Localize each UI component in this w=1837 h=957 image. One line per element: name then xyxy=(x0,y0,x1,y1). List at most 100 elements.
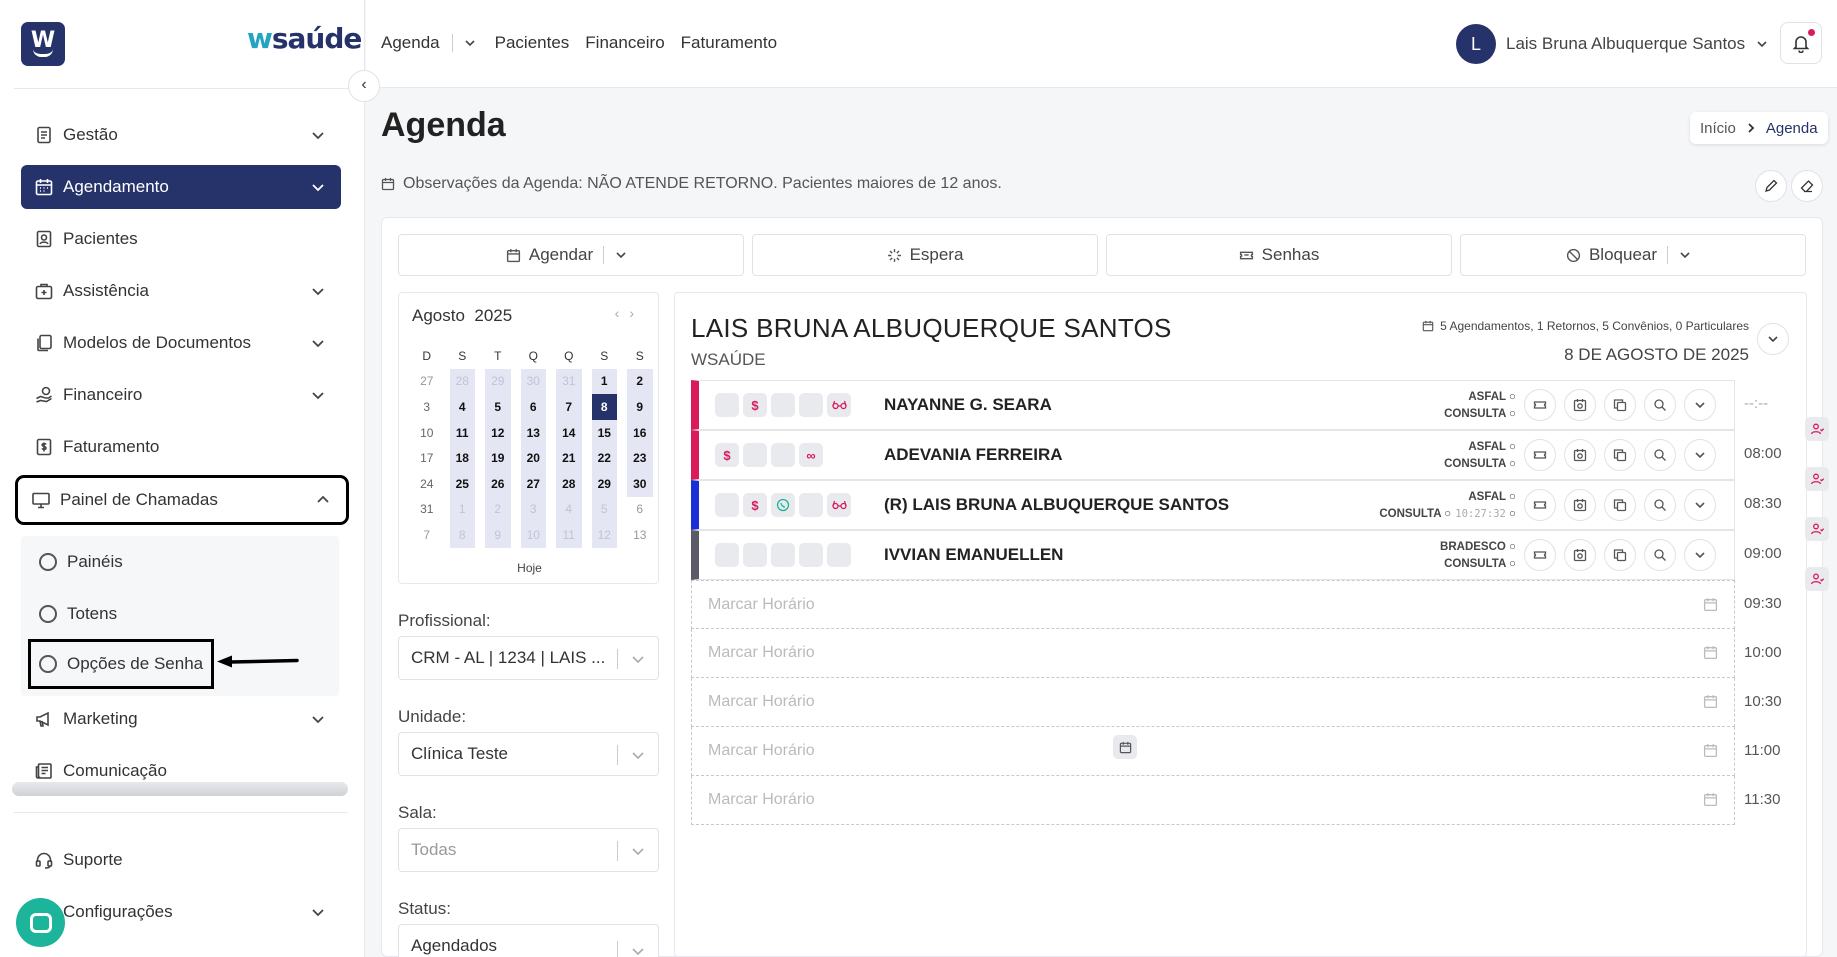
placeholder-icon[interactable] xyxy=(715,393,739,417)
edit-observations-button[interactable] xyxy=(1755,170,1787,202)
calendar-day[interactable]: 8 xyxy=(449,522,475,548)
submenu-item-opcoes-senha[interactable]: Opções de Senha xyxy=(27,639,215,689)
calendar-day[interactable]: 11 xyxy=(556,522,582,548)
calendar-day[interactable]: 7 xyxy=(556,394,582,420)
sala-select[interactable]: Todas xyxy=(398,828,659,872)
whatsapp-icon[interactable] xyxy=(771,493,795,517)
chat-support-button[interactable] xyxy=(16,898,65,947)
calendar-day[interactable]: 7 xyxy=(409,522,445,548)
appointment-row[interactable]: $ NAYANNE G. SEARA ASFAL ○ CONSULTA ○ xyxy=(691,380,1829,441)
calendar-clock-button[interactable] xyxy=(1564,489,1596,521)
placeholder-icon[interactable] xyxy=(715,493,739,517)
calendar-clock-button[interactable] xyxy=(1564,439,1596,471)
appointment-row[interactable]: $ ∞ ADEVANIA FERREIRA ASFAL ○ CONSULTA ○ xyxy=(691,430,1829,759)
placeholder-icon[interactable] xyxy=(799,393,823,417)
profissional-select[interactable]: CRM - AL | 1234 | LAIS ... xyxy=(398,636,659,680)
calendar-day[interactable]: 1 xyxy=(591,368,617,395)
sidebar-item-assistencia[interactable]: Assistência xyxy=(21,269,341,313)
calendar-day[interactable]: 2 xyxy=(485,496,511,523)
appointment-row[interactable]: IVVIAN EMANUELLEN BRADESCO ○ CONSULTA ○ xyxy=(691,530,1829,591)
calendar-day[interactable]: 20 xyxy=(520,445,546,471)
search-button[interactable] xyxy=(1644,389,1676,421)
ticket-button[interactable] xyxy=(1524,539,1556,571)
calendar-nav[interactable]: ‹› xyxy=(615,305,644,321)
search-button[interactable] xyxy=(1644,489,1676,521)
sidebar-item-marketing[interactable]: Marketing xyxy=(21,697,341,741)
calendar-day[interactable]: 29 xyxy=(485,368,511,395)
topnav-financeiro[interactable]: Financeiro xyxy=(585,33,664,53)
calendar-day[interactable]: 4 xyxy=(556,496,582,523)
calendar-day[interactable]: 4 xyxy=(449,394,475,420)
calendar-today-link[interactable]: Hoje xyxy=(399,561,660,575)
clear-observations-button[interactable] xyxy=(1791,170,1823,202)
calendar-day[interactable]: 2 xyxy=(627,368,653,395)
empty-slot[interactable]: Marcar Horário xyxy=(691,727,1735,776)
submenu-item-paineis[interactable]: Painéis xyxy=(39,542,123,582)
topnav-agenda[interactable]: Agenda xyxy=(381,33,440,53)
copy-button[interactable] xyxy=(1604,539,1636,571)
search-button[interactable] xyxy=(1644,539,1676,571)
empty-slot[interactable]: Marcar Horário xyxy=(691,629,1735,678)
chevron-down-button[interactable] xyxy=(1684,539,1716,571)
user-check-icon[interactable] xyxy=(1805,417,1829,441)
ticket-button[interactable] xyxy=(1524,489,1556,521)
calendar-day[interactable]: 10 xyxy=(520,522,546,548)
calendar-day[interactable]: 9 xyxy=(485,522,511,548)
collapse-sidebar-button[interactable]: ‹ xyxy=(348,70,380,102)
calendar-day[interactable]: 22 xyxy=(591,445,617,471)
placeholder-icon[interactable] xyxy=(827,543,851,567)
calendar-day[interactable]: 23 xyxy=(627,445,653,471)
calendar-day[interactable]: 12 xyxy=(485,419,511,446)
placeholder-icon[interactable] xyxy=(799,493,823,517)
calendar-day[interactable]: 5 xyxy=(591,496,617,523)
patient-name[interactable]: IVVIAN EMANUELLEN xyxy=(884,545,1063,565)
chevron-left-icon[interactable]: ‹ xyxy=(615,305,630,321)
calendar-day[interactable]: 5 xyxy=(485,394,511,420)
breadcrumb-home[interactable]: Início xyxy=(1700,120,1736,137)
patient-name[interactable]: NAYANNE G. SEARA xyxy=(884,395,1052,415)
calendar-day[interactable]: 29 xyxy=(591,470,617,497)
patient-name[interactable]: ADEVANIA FERREIRA xyxy=(884,445,1063,465)
chevron-down-button[interactable] xyxy=(1684,389,1716,421)
placeholder-icon[interactable] xyxy=(799,543,823,567)
sidebar-item-modelos[interactable]: Modelos de Documentos xyxy=(21,321,341,365)
calendar-day[interactable]: 13 xyxy=(622,522,658,548)
chevron-down-icon[interactable] xyxy=(463,36,477,50)
calendar-day[interactable]: 1 xyxy=(449,496,475,523)
placeholder-icon[interactable] xyxy=(771,393,795,417)
calendar-day[interactable]: 30 xyxy=(627,470,653,497)
unidade-select[interactable]: Clínica Teste xyxy=(398,732,659,776)
calendar-day[interactable]: 25 xyxy=(449,470,475,497)
chevron-down-button[interactable] xyxy=(1684,489,1716,521)
app-logo-icon[interactable]: W xyxy=(21,22,65,66)
glasses-icon[interactable] xyxy=(827,493,851,517)
dollar-icon[interactable]: $ xyxy=(743,493,767,517)
placeholder-icon[interactable] xyxy=(743,443,767,467)
calendar-day[interactable]: 18 xyxy=(449,445,475,471)
calendar-day[interactable]: 21 xyxy=(556,445,582,471)
calendar-day[interactable]: 19 xyxy=(485,445,511,471)
calendar-day[interactable]: 10 xyxy=(409,420,445,446)
agendar-button[interactable]: Agendar xyxy=(398,234,744,276)
calendar-day[interactable]: 31 xyxy=(556,368,582,395)
calendar-day[interactable]: 13 xyxy=(520,419,546,446)
calendar-day[interactable]: 28 xyxy=(449,368,475,395)
sidebar-item-financeiro[interactable]: Financeiro xyxy=(21,373,341,417)
topnav-pacientes[interactable]: Pacientes xyxy=(495,33,570,53)
infinity-icon[interactable]: ∞ xyxy=(799,443,823,467)
ticket-button[interactable] xyxy=(1524,389,1556,421)
dollar-icon[interactable]: $ xyxy=(715,443,739,467)
empty-slot[interactable]: Marcar Horário xyxy=(691,678,1735,727)
sidebar-item-suporte[interactable]: Suporte xyxy=(21,838,341,882)
calendar-day[interactable]: 3 xyxy=(409,394,445,420)
calendar-day[interactable]: 15 xyxy=(591,419,617,446)
sidebar-item-gestao[interactable]: Gestão xyxy=(21,113,341,157)
calendar-day[interactable]: 3 xyxy=(520,496,546,523)
calendar-day[interactable]: 27 xyxy=(520,470,546,497)
calendar-day[interactable]: 31 xyxy=(409,497,445,523)
calendar-clock-button[interactable] xyxy=(1564,389,1596,421)
copy-button[interactable] xyxy=(1604,389,1636,421)
calendar-day[interactable]: 6 xyxy=(622,497,658,523)
sidebar-item-agendamento[interactable]: Agendamento xyxy=(21,165,341,209)
calendar-day[interactable]: 17 xyxy=(409,445,445,471)
